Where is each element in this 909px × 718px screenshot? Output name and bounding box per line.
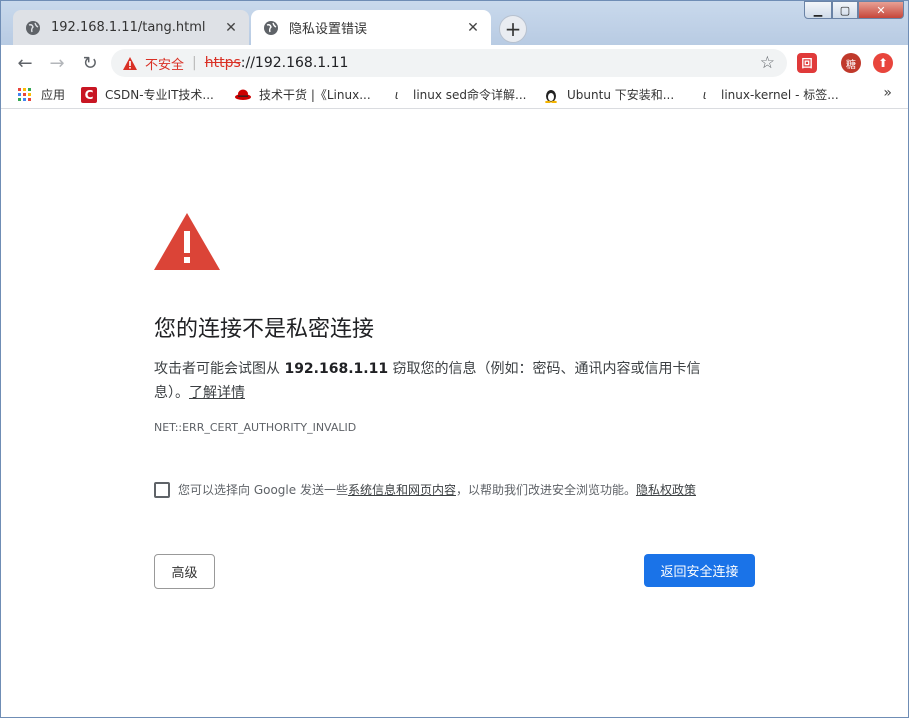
tab-tang-html[interactable]: 192.168.1.11/tang.html ✕: [13, 10, 249, 45]
tux-icon: [543, 87, 559, 103]
bookmark-linux-article[interactable]: 技术干货 |《Linux...: [235, 86, 371, 103]
reload-icon[interactable]: ↻: [78, 51, 102, 75]
bookmark-linux-kernel[interactable]: ɩ linux-kernel - 标签...: [697, 86, 839, 103]
toolbar: ← → ↻ 不安全 | https://192.168.1.11 ☆ 回 糖 ⬆: [1, 45, 908, 81]
bookmark-label: 技术干货 |《Linux...: [259, 88, 371, 102]
bookmark-site-icon: ɩ: [394, 87, 400, 102]
tab-title: 192.168.1.11/tang.html: [51, 20, 206, 35]
update-arrow-icon[interactable]: ⬆: [873, 53, 893, 73]
redhat-icon: [235, 87, 251, 103]
bookmarks-bar: 应用 C CSDN-专业IT技术... 技术干货 |《Linux... ɩ li…: [1, 81, 908, 109]
desc-host: 192.168.1.11: [284, 361, 389, 377]
bookmark-csdn[interactable]: C CSDN-专业IT技术...: [81, 86, 214, 103]
back-arrow-icon[interactable]: ←: [13, 51, 37, 75]
bookmark-star-icon[interactable]: ☆: [760, 53, 775, 73]
new-tab-button[interactable]: +: [499, 15, 527, 43]
warning-triangle-icon: [154, 213, 220, 270]
safe-browsing-optin: 您可以选择向 Google 发送一些 系统信息和网页内容 ，以帮助我们改进安全浏览功…: [154, 481, 696, 498]
bookmark-sed[interactable]: ɩ linux sed命令详解...: [389, 86, 527, 103]
globe-icon: [264, 20, 278, 35]
more-bookmarks-icon[interactable]: »: [883, 85, 892, 101]
csdn-icon: C: [81, 86, 97, 103]
browser-window: 192.168.1.11/tang.html ✕ 隐私设置错误 ✕ + ▁ ▢ …: [0, 0, 909, 718]
tab-strip: 192.168.1.11/tang.html ✕ 隐私设置错误 ✕ + ▁ ▢ …: [1, 1, 908, 45]
privacy-policy-link[interactable]: 隐私权政策: [636, 481, 696, 498]
globe-icon: [26, 20, 40, 35]
close-tab-icon[interactable]: ✕: [221, 18, 241, 38]
omnibox-separator: |: [192, 55, 197, 71]
page-title: 您的连接不是私密连接: [154, 317, 375, 342]
avatar-icon[interactable]: 糖: [841, 53, 861, 73]
learn-more-link[interactable]: 了解详情: [189, 385, 245, 401]
optin-text: 您可以选择向 Google 发送一些: [178, 483, 348, 497]
bookmark-ubuntu[interactable]: Ubuntu 下安装和...: [543, 86, 674, 103]
bookmark-apps[interactable]: 应用: [17, 86, 65, 103]
optin-checkbox[interactable]: [154, 481, 170, 498]
url-scheme: https: [204, 55, 241, 71]
bookmark-label: linux sed命令详解...: [413, 88, 527, 102]
not-secure-label[interactable]: 不安全: [145, 54, 184, 73]
tab-privacy-error[interactable]: 隐私设置错误 ✕: [251, 10, 491, 45]
optin-text: ，以帮助我们改进安全浏览功能。: [455, 483, 636, 497]
bookmark-label: linux-kernel - 标签...: [721, 88, 839, 102]
desc-text: 攻击者可能会试图从: [154, 361, 285, 377]
bookmark-label: Ubuntu 下安装和...: [567, 88, 675, 102]
maximize-button[interactable]: ▢: [832, 1, 858, 19]
page-content: 您的连接不是私密连接 攻击者可能会试图从 192.168.1.11 窃取您的信息…: [1, 109, 908, 717]
advanced-button[interactable]: 高级: [154, 554, 215, 589]
error-description: 攻击者可能会试图从 192.168.1.11 窃取您的信息（例如：密码、通讯内容…: [154, 357, 734, 405]
close-window-button[interactable]: ✕: [858, 1, 904, 19]
minimize-button[interactable]: ▁: [804, 1, 832, 19]
warning-triangle-icon: [123, 56, 137, 70]
system-info-link[interactable]: 系统信息和网页内容: [348, 481, 456, 498]
extension-icon[interactable]: 回: [797, 53, 817, 73]
forward-arrow-icon[interactable]: →: [45, 51, 69, 75]
bookmark-label: CSDN-专业IT技术...: [105, 88, 214, 102]
close-tab-icon[interactable]: ✕: [463, 18, 483, 38]
bookmark-label: 应用: [41, 88, 66, 102]
apps-icon: [17, 87, 33, 103]
window-controls: ▁ ▢ ✕: [804, 1, 904, 19]
bookmark-site-icon: ɩ: [702, 87, 708, 102]
back-to-safety-button[interactable]: 返回安全连接: [644, 554, 755, 587]
error-code: NET::ERR_CERT_AUTHORITY_INVALID: [154, 421, 357, 434]
address-bar[interactable]: 不安全 | https://192.168.1.11 ☆: [111, 49, 787, 77]
tab-title: 隐私设置错误: [289, 22, 368, 37]
url-host: ://192.168.1.11: [240, 55, 349, 71]
